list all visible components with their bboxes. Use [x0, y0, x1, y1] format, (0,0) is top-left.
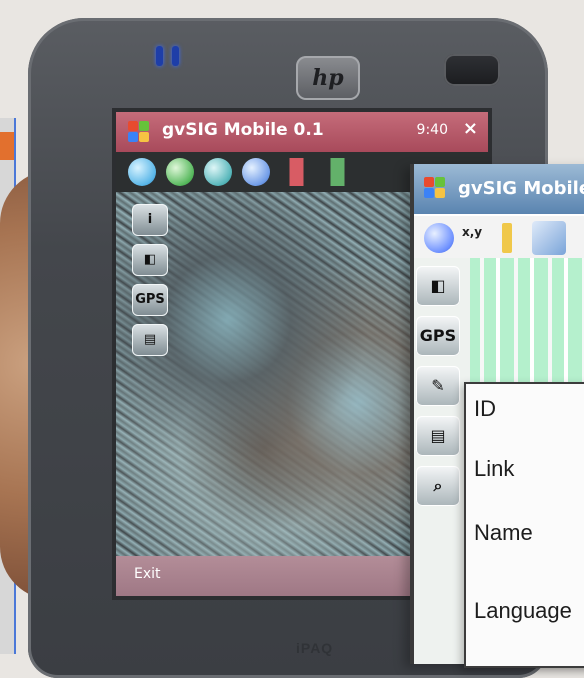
- table-icon[interactable]: ▤: [132, 324, 168, 356]
- gps-icon[interactable]: GPS: [416, 316, 460, 356]
- hardware-button[interactable]: [444, 54, 500, 86]
- secondary-app-window: gvSIG Mobile x,y ◧ GPS ✎ ▤ ⌕ ID Link Nam…: [410, 164, 584, 668]
- info-icon[interactable]: i: [132, 204, 168, 236]
- status-time: 9:40: [416, 122, 448, 138]
- popup-field-name: Name: [474, 520, 533, 545]
- secondary-side-tools: ◧ GPS ✎ ▤ ⌕: [414, 258, 470, 664]
- background-window-bar: [0, 132, 14, 160]
- table-icon[interactable]: ▤: [416, 416, 460, 456]
- windows-flag-icon[interactable]: [424, 177, 446, 199]
- search-icon[interactable]: ⌕: [416, 466, 460, 506]
- secondary-title: gvSIG Mobile: [458, 178, 584, 199]
- close-button[interactable]: ×: [463, 118, 478, 139]
- main-titlebar: gvSIG Mobile 0.1 9:40 ×: [116, 112, 488, 152]
- hp-logo: hp: [296, 56, 360, 100]
- edit-icon[interactable]: ✎: [416, 366, 460, 406]
- info-icon[interactable]: [424, 223, 454, 253]
- zoom-out-icon[interactable]: [204, 158, 232, 186]
- pan-icon[interactable]: [242, 158, 270, 186]
- forward-arrow-icon[interactable]: [322, 158, 350, 186]
- gps-icon[interactable]: GPS: [132, 284, 168, 316]
- secondary-titlebar: gvSIG Mobile: [414, 164, 584, 214]
- layers-icon[interactable]: ◧: [416, 266, 460, 306]
- zoom-icon[interactable]: [128, 158, 156, 186]
- status-led-2: [172, 46, 179, 66]
- measure-icon[interactable]: [502, 223, 512, 253]
- coordinate-icon[interactable]: x,y: [462, 225, 496, 249]
- popup-field-link: Link: [474, 456, 515, 481]
- exit-menu[interactable]: Exit: [134, 566, 161, 582]
- attribute-popup: ID Link Name Language: [464, 382, 584, 668]
- popup-field-id: ID: [474, 396, 496, 421]
- zoom-in-icon[interactable]: [166, 158, 194, 186]
- status-led-1: [156, 46, 163, 66]
- back-arrow-icon[interactable]: [284, 158, 312, 186]
- share-icon[interactable]: [532, 221, 566, 255]
- secondary-toolbar: x,y: [414, 216, 584, 260]
- windows-flag-icon[interactable]: [128, 121, 150, 143]
- main-title: gvSIG Mobile 0.1: [162, 120, 324, 140]
- layers-icon[interactable]: ◧: [132, 244, 168, 276]
- popup-field-language: Language: [474, 598, 572, 623]
